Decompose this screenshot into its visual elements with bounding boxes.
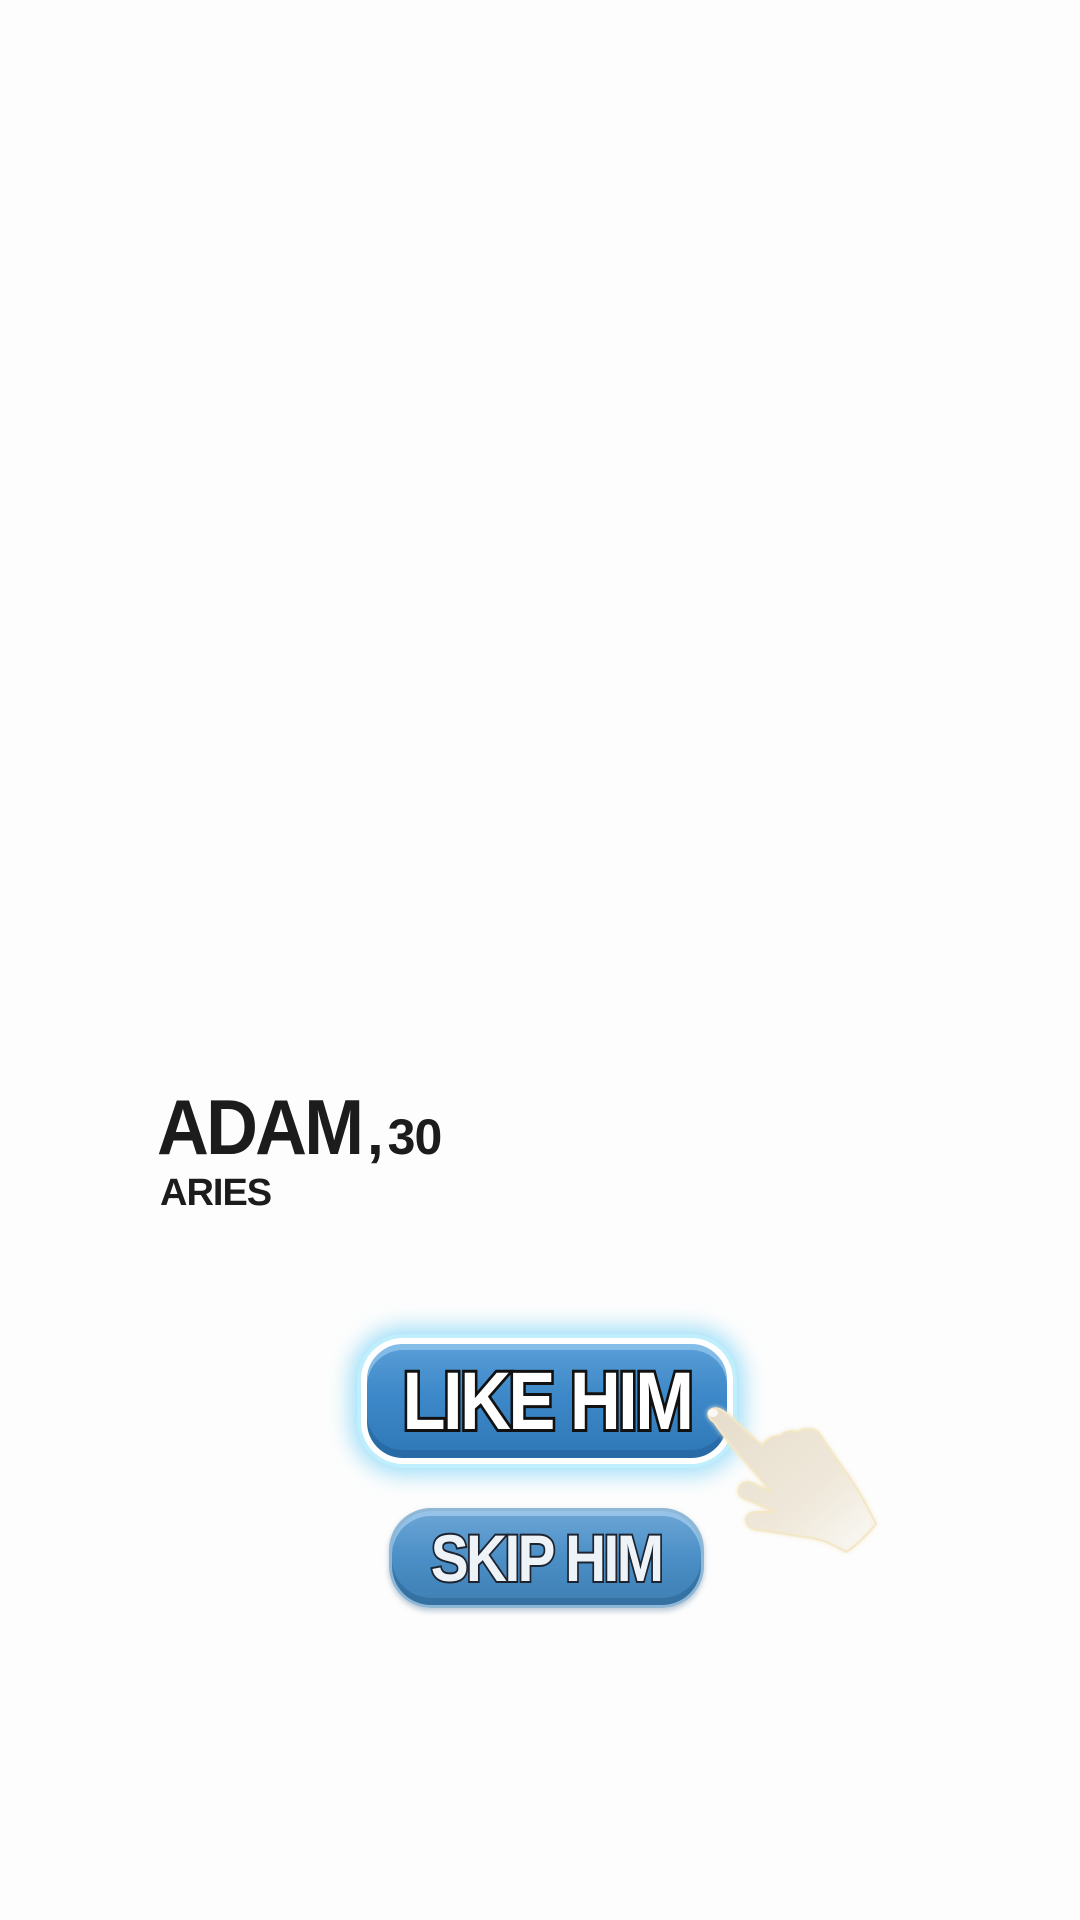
profile-name: ADAM [157,1083,364,1171]
skip-him-label: SKIP HIM [429,1519,666,1597]
like-him-button[interactable]: LIKE HIM [361,1338,733,1464]
name-age-separator: , [366,1100,384,1167]
profile-zodiac-sign: ARIES [160,1172,272,1214]
profile-info: ADAM,30 ARIES [157,1083,443,1215]
name-age-line: ADAM,30 [157,1083,443,1171]
pointing-hand-icon [707,1407,878,1554]
profile-age: 30 [387,1109,443,1165]
skip-him-button[interactable]: SKIP HIM [389,1508,704,1608]
screen: ADAM,30 ARIES LIKE HIM SKIP HIM [0,0,1080,1920]
like-him-label: LIKE HIM [400,1353,697,1450]
